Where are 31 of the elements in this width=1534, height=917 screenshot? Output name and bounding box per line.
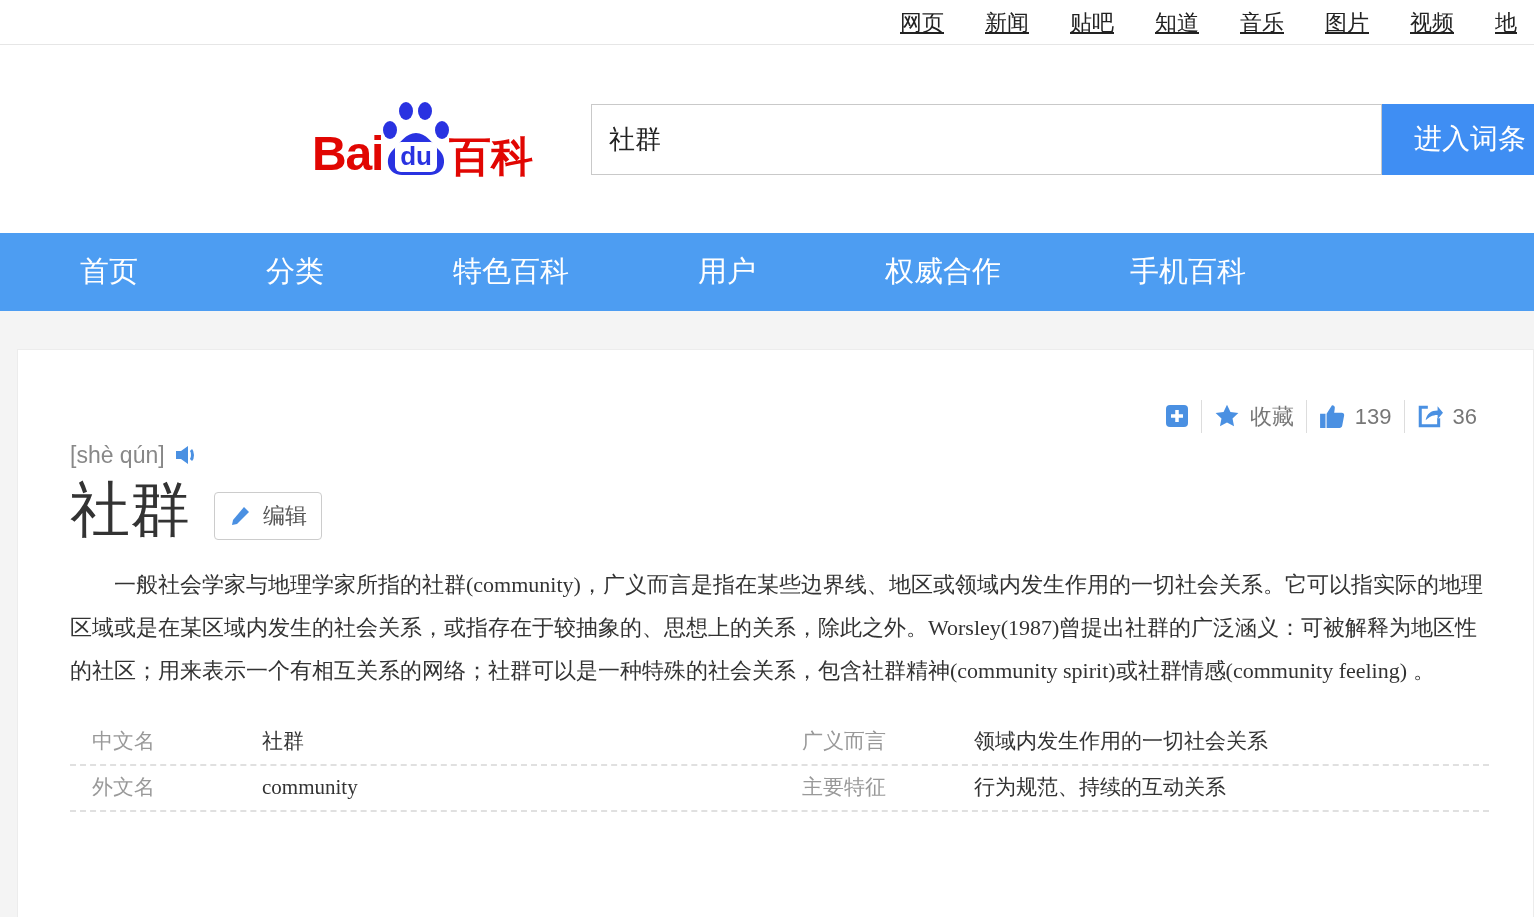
speaker-icon[interactable] — [174, 445, 197, 466]
star-icon — [1213, 403, 1240, 429]
entry-title: 社群 — [70, 474, 190, 545]
pencil-icon — [229, 504, 251, 527]
top-nav-link[interactable]: 音乐 — [1240, 5, 1284, 39]
info-label: 主要特征 — [802, 773, 887, 801]
baidu-logo[interactable]: Bai du 百科 — [312, 100, 562, 178]
action-label[interactable]: 36 — [1452, 399, 1477, 433]
info-label: 中文名 — [92, 727, 156, 755]
plus-icon[interactable] — [1164, 404, 1189, 428]
action-label[interactable]: 139 — [1354, 399, 1392, 433]
thumbs-up-icon — [1318, 403, 1345, 429]
search-field[interactable]: 社群 — [591, 103, 1382, 175]
top-nav-link[interactable]: 贴吧 — [1070, 5, 1114, 39]
info-value: 领域内发生作用的一切社会关系 — [974, 727, 1268, 755]
top-nav-link[interactable]: 网页 — [900, 5, 944, 39]
top-nav-link[interactable]: 图片 — [1325, 5, 1369, 39]
info-label: 外文名 — [92, 773, 156, 801]
top-nav-link[interactable]: 地 — [1495, 5, 1517, 39]
top-nav-link[interactable]: 知道 — [1155, 5, 1199, 39]
top-nav-link[interactable]: 视频 — [1410, 5, 1454, 39]
info-value: 社群 — [262, 727, 305, 755]
info-label: 广义而言 — [802, 727, 887, 755]
pinyin: [shè qún] — [70, 441, 165, 470]
info-value: community — [262, 773, 359, 801]
action-label[interactable]: 收藏 — [1249, 399, 1294, 433]
edit-button[interactable]: 编辑 — [214, 491, 322, 540]
info-value: 行为规范、持续的互动关系 — [974, 773, 1226, 801]
summary-paragraph: 一般社会学家与地理学家所指的社群(community)，广义而言是指在某些边界线、地区或领域内发生作用的一切社会关系。它可以指实际的地理区域或是在某区域内发生的社会关系，或指存在于较抽象的、思想上的关系，除此之外。Worsley(1987)曾提出社群的广泛涵义：可被解释为地区性的社区；用来表示一个有相互关系的网络；社群可以是一种特殊的社会关系，包含社群精神(community spirit)或社群情感(community feeling) 。 — [70, 570, 1484, 685]
top-nav-link[interactable]: 新闻 — [985, 5, 1029, 39]
share-icon — [1416, 403, 1443, 429]
